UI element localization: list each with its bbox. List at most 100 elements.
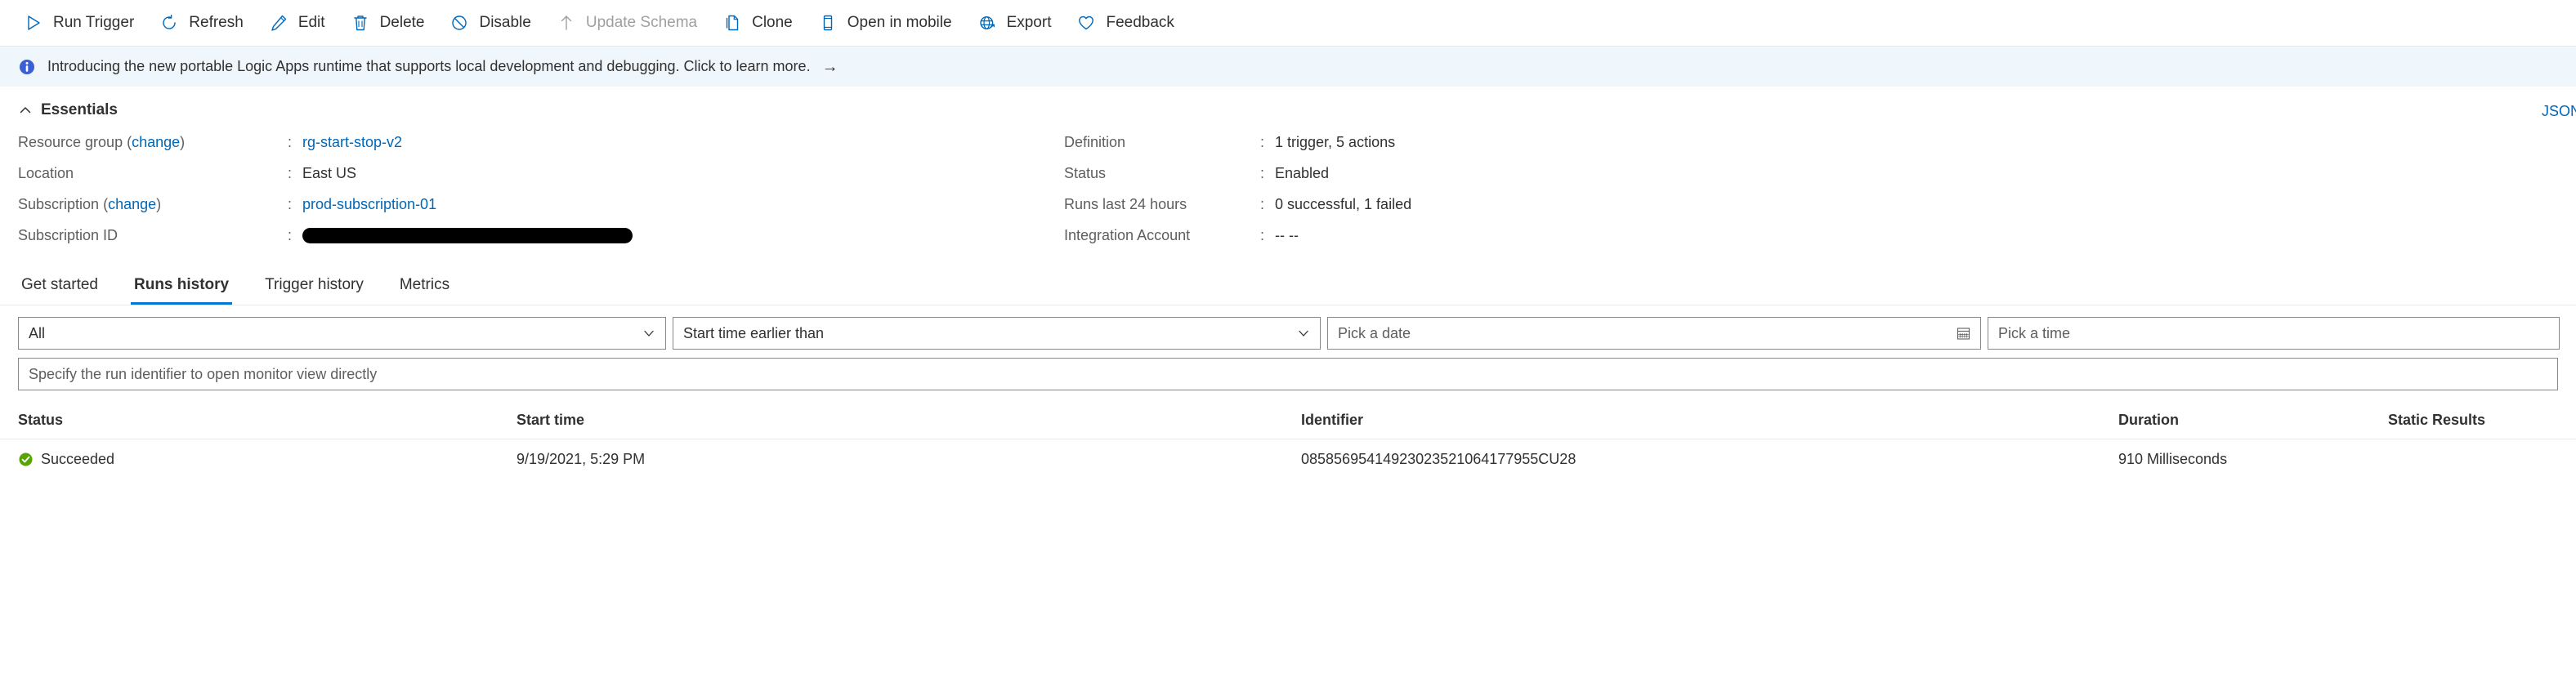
banner-text: Introducing the new portable Logic Apps … [47, 58, 811, 74]
chevron-down-icon [642, 327, 655, 340]
json-link[interactable]: JSON [2542, 103, 2576, 120]
tab-bar: Get started Runs history Trigger history… [0, 266, 2576, 305]
refresh-button[interactable]: Refresh [152, 5, 257, 41]
time-filter-value: Start time earlier than [683, 324, 825, 341]
play-icon [23, 12, 44, 33]
success-check-icon [18, 452, 34, 467]
cell-duration: 910 Milliseconds [2118, 450, 2228, 467]
runs-last-24-hours-label: Runs last 24 hours [1064, 195, 1187, 212]
status-label: Status [1064, 164, 1107, 181]
tab-get-started[interactable]: Get started [18, 276, 101, 305]
open-in-mobile-label: Open in mobile [847, 14, 952, 31]
open-in-mobile-button[interactable]: Open in mobile [811, 5, 965, 41]
cell-identifier: 08585695414923023521064177955CU28 [1301, 450, 1576, 467]
integration-account-value: -- -- [1275, 226, 1299, 243]
resource-group-value[interactable]: rg-start-stop-v2 [302, 134, 402, 151]
colon-separator: : [288, 164, 293, 181]
colon-separator: : [1260, 195, 1265, 212]
subscription-label-text: Subscription [18, 195, 100, 212]
cell-status: Succeeded [18, 451, 517, 468]
disable-icon [449, 12, 470, 33]
definition-value: 1 trigger, 5 actions [1275, 133, 1396, 150]
essentials-row-status: Status : Enabled [1064, 162, 2110, 185]
status-value: Enabled [1275, 164, 1330, 181]
column-header-status[interactable]: Status [18, 412, 517, 429]
column-header-start-time[interactable]: Start time [517, 412, 1301, 429]
essentials-grid: Resource group (change) : rg-start-stop-… [18, 131, 2110, 255]
table-header-row: Status Start time Identifier Duration St… [0, 402, 2576, 439]
disable-label: Disable [479, 14, 531, 31]
run-trigger-label: Run Trigger [53, 14, 135, 31]
info-icon [18, 58, 36, 76]
essentials-row-integration-account: Integration Account : -- -- [1064, 224, 2110, 247]
refresh-label: Refresh [189, 14, 244, 31]
info-banner[interactable]: Introducing the new portable Logic Apps … [0, 47, 2576, 87]
time-picker-field[interactable]: Pick a time [1988, 317, 2560, 350]
resource-group-label-text: Resource group [18, 133, 123, 150]
run-identifier-search-row: Specify the run identifier to open monit… [0, 350, 2576, 390]
arrow-right-icon: → [821, 57, 839, 76]
essentials-row-definition: Definition : 1 trigger, 5 actions [1064, 131, 2110, 154]
feedback-button[interactable]: Feedback [1069, 5, 1187, 41]
essentials-toggle[interactable]: Essentials [18, 101, 118, 119]
subscription-label: Subscription (change) [18, 195, 162, 212]
update-schema-label: Update Schema [585, 14, 698, 31]
colon-separator: : [288, 195, 293, 212]
subscription-value[interactable]: prod-subscription-01 [302, 196, 436, 213]
tab-trigger-history[interactable]: Trigger history [262, 276, 367, 305]
edit-button[interactable]: Edit [262, 5, 338, 41]
calendar-icon[interactable] [1957, 327, 1970, 341]
delete-label: Delete [379, 14, 425, 31]
chevron-down-icon [1297, 327, 1310, 340]
table-row[interactable]: Succeeded 9/19/2021, 5:29 PM 08585695414… [0, 439, 2576, 479]
essentials-row-location: Location : East US [18, 162, 1064, 185]
resource-group-change-link[interactable]: change [132, 134, 180, 150]
colon-separator: : [1260, 226, 1265, 243]
integration-account-label: Integration Account [1064, 226, 1191, 243]
time-picker-placeholder: Pick a time [1998, 324, 2071, 341]
essentials-right-column: Definition : 1 trigger, 5 actions Status… [1064, 131, 2110, 255]
edit-label: Edit [297, 14, 325, 31]
resource-group-label: Resource group (change) [18, 133, 186, 150]
date-picker-placeholder: Pick a date [1338, 324, 1411, 341]
status-filter-value: All [29, 324, 46, 341]
colon-separator: : [288, 133, 293, 150]
clone-label: Clone [752, 14, 793, 31]
colon-separator: : [288, 226, 293, 243]
export-label: Export [1006, 14, 1052, 31]
subscription-change-link[interactable]: change [108, 196, 156, 212]
clone-button[interactable]: Clone [715, 5, 806, 41]
essentials-title: Essentials [41, 101, 118, 118]
feedback-label: Feedback [1106, 14, 1174, 31]
mobile-icon [817, 12, 839, 33]
export-button[interactable]: Export [970, 5, 1065, 41]
date-picker-field[interactable]: Pick a date [1327, 317, 1981, 350]
disable-button[interactable]: Disable [442, 5, 543, 41]
chevron-up-icon [18, 103, 33, 118]
colon-separator: : [1260, 133, 1265, 150]
essentials-row-resource-group: Resource group (change) : rg-start-stop-… [18, 131, 1064, 154]
runs-last-24-hours-value: 0 successful, 1 failed [1275, 195, 1412, 212]
pencil-icon [268, 12, 289, 33]
column-header-static-results[interactable]: Static Results [2388, 412, 2576, 429]
column-header-identifier[interactable]: Identifier [1301, 412, 2118, 429]
location-value: East US [302, 164, 357, 181]
run-identifier-placeholder: Specify the run identifier to open monit… [29, 365, 378, 382]
essentials-row-runs-last-24-hours: Runs last 24 hours : 0 successful, 1 fai… [1064, 193, 2110, 216]
definition-label: Definition [1064, 133, 1126, 150]
tab-metrics[interactable]: Metrics [396, 276, 453, 305]
run-identifier-input[interactable]: Specify the run identifier to open monit… [18, 358, 2558, 390]
trash-icon [350, 12, 371, 33]
column-header-duration[interactable]: Duration [2118, 412, 2388, 429]
time-filter-dropdown[interactable]: Start time earlier than [673, 317, 1321, 350]
status-filter-dropdown[interactable]: All [18, 317, 666, 350]
location-label: Location [18, 164, 74, 181]
tab-runs-history[interactable]: Runs history [131, 276, 233, 305]
runs-history-table: Status Start time Identifier Duration St… [0, 402, 2576, 479]
colon-separator: : [1260, 164, 1265, 181]
delete-button[interactable]: Delete [343, 5, 438, 41]
run-trigger-button[interactable]: Run Trigger [16, 5, 147, 41]
essentials-row-subscription: Subscription (change) : prod-subscriptio… [18, 193, 1064, 216]
essentials-section: Essentials JSON Resource group (change) … [0, 87, 2576, 255]
update-schema-button[interactable]: Update Schema [549, 5, 710, 41]
